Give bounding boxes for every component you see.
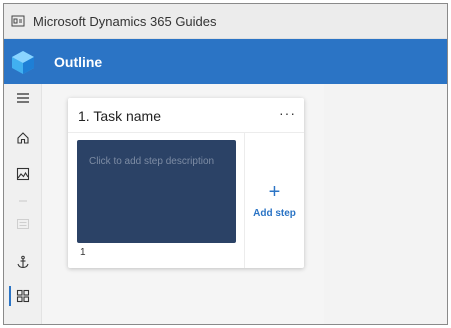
- task-title[interactable]: 1. Task name: [78, 108, 161, 124]
- task-more-options-button[interactable]: ···: [279, 105, 296, 121]
- home-icon: [17, 132, 29, 144]
- page-title: Outline: [54, 53, 103, 70]
- app-window: Microsoft Dynamics 365 Guides Outline 1.…: [3, 3, 448, 325]
- text-block-button[interactable]: [4, 210, 42, 238]
- step-description-placeholder[interactable]: Click to add step description: [89, 156, 214, 167]
- image-icon: [16, 167, 30, 181]
- title-bar: Microsoft Dynamics 365 Guides: [4, 4, 447, 39]
- hamburger-menu-button[interactable]: [4, 84, 42, 112]
- anchor-icon: [17, 255, 29, 269]
- task-card[interactable]: 1. Task name ··· Click to add step descr…: [68, 98, 304, 268]
- step-card[interactable]: Click to add step description: [77, 140, 236, 243]
- guides-logo-icon: [4, 39, 42, 84]
- home-button[interactable]: [4, 124, 42, 152]
- add-step-label: Add step: [253, 207, 296, 219]
- hamburger-menu-icon: [17, 93, 29, 103]
- outline-view-button[interactable]: [4, 282, 42, 310]
- add-step-button[interactable]: + Add step: [245, 132, 304, 268]
- plus-icon: +: [268, 180, 281, 203]
- text-block-icon: [17, 219, 29, 229]
- anchor-button[interactable]: [4, 248, 42, 276]
- window-title: Microsoft Dynamics 365 Guides: [33, 13, 217, 29]
- outline-grid-icon: [16, 289, 30, 303]
- step-number: 1: [80, 247, 86, 258]
- app-window-icon: [11, 13, 27, 29]
- image-button[interactable]: [4, 160, 42, 188]
- outline-canvas: 1. Task name ··· Click to add step descr…: [42, 84, 447, 324]
- app-header: Outline: [4, 39, 447, 84]
- left-nav-rail: [4, 84, 42, 324]
